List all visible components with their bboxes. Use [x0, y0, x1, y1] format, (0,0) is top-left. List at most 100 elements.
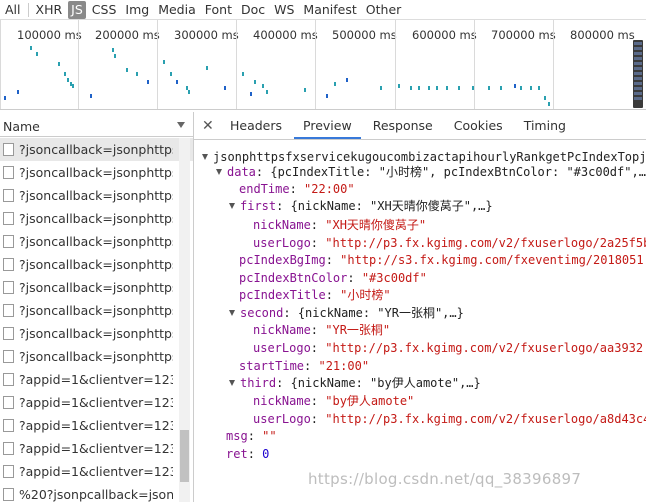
filter-manifest[interactable]: Manifest: [300, 1, 359, 19]
request-row[interactable]: ?jsoncallback=jsonphttpsf...: [0, 138, 193, 161]
expand-triangle-icon[interactable]: [216, 168, 222, 175]
request-row[interactable]: ?appid=1&clientver=1234...: [0, 368, 193, 391]
timeline-tick-label: 200000 ms: [95, 28, 160, 42]
request-marker: [72, 84, 74, 88]
request-marker: [446, 86, 448, 90]
request-marker: [188, 90, 190, 94]
request-row[interactable]: %20?jsonpcallback=jsonp...: [0, 483, 193, 502]
file-icon: [3, 419, 14, 432]
tab-timing[interactable]: Timing: [515, 118, 575, 139]
file-icon: [3, 166, 14, 179]
tab-headers[interactable]: Headers: [221, 118, 291, 139]
timeline-tick: [474, 20, 475, 109]
request-row[interactable]: ?jsoncallback=jsonphttpsf...: [0, 230, 193, 253]
request-list-scrollbar[interactable]: [179, 138, 190, 502]
request-marker: [544, 96, 546, 100]
request-marker: [36, 52, 38, 56]
request-marker: [114, 54, 116, 58]
filter-js[interactable]: JS: [68, 0, 86, 19]
name-column-title: Name: [3, 119, 40, 134]
request-row[interactable]: ?appid=1&clientver=1234...: [0, 460, 193, 483]
request-marker: [380, 86, 382, 90]
request-marker: [206, 66, 208, 70]
request-row[interactable]: ?jsoncallback=jsonphttpsf...: [0, 345, 193, 368]
network-overview-timeline[interactable]: 100000 ms 200000 ms 300000 ms 400000 ms …: [0, 20, 646, 110]
request-marker: [136, 72, 138, 76]
request-marker: [436, 86, 438, 90]
request-row[interactable]: ?jsoncallback=jsonphttpsf...: [0, 322, 193, 345]
timeline-tick-label: 800000 ms: [570, 28, 635, 42]
request-marker: [147, 80, 149, 84]
expand-triangle-icon[interactable]: [229, 379, 235, 386]
name-column-header[interactable]: Name: [0, 117, 193, 137]
overview-scroll-indicator[interactable]: [633, 40, 643, 108]
expand-triangle-icon[interactable]: [202, 153, 208, 160]
close-icon[interactable]: ✕: [202, 119, 214, 133]
request-row[interactable]: ?appid=1&clientver=1234...: [0, 414, 193, 437]
request-marker: [176, 80, 178, 84]
json-field-userLogo: userLogo: "http://p3.fx.kgimg.com/v2/fxu…: [253, 412, 646, 426]
request-row[interactable]: ?jsoncallback=jsonphttpsf...: [0, 253, 193, 276]
filter-separator: [27, 2, 29, 17]
file-icon: [3, 304, 14, 317]
json-field-ret: ret: 0: [226, 447, 270, 461]
filter-other[interactable]: Other: [363, 1, 405, 19]
request-row[interactable]: ?jsoncallback=jsonphttpsf...: [0, 184, 193, 207]
request-marker: [126, 68, 128, 72]
timeline-tick: [236, 20, 237, 109]
json-preview: jsonphttpsfxservicekugoucombizactapihour…: [194, 143, 646, 502]
filter-font[interactable]: Font: [202, 1, 235, 19]
expand-triangle-icon[interactable]: [229, 202, 235, 209]
filter-all[interactable]: All: [2, 1, 24, 19]
timeline-tick-label: 300000 ms: [174, 28, 239, 42]
request-marker: [488, 86, 490, 90]
sort-descending-icon[interactable]: [177, 122, 185, 128]
request-marker: [530, 86, 532, 90]
file-icon: [3, 396, 14, 409]
file-icon: [3, 373, 14, 386]
request-marker: [250, 92, 252, 96]
file-icon: [3, 212, 14, 225]
request-marker: [458, 86, 460, 90]
file-icon: [3, 442, 14, 455]
timeline-tick-label: 700000 ms: [491, 28, 556, 42]
request-marker: [410, 86, 412, 90]
tab-cookies[interactable]: Cookies: [445, 118, 512, 139]
request-marker: [266, 90, 268, 94]
request-marker: [64, 72, 66, 76]
request-marker: [538, 86, 540, 90]
file-icon: [3, 465, 14, 478]
filter-media[interactable]: Media: [155, 1, 199, 19]
filter-img[interactable]: Img: [122, 1, 152, 19]
tab-preview[interactable]: Preview: [294, 118, 361, 139]
scrollbar-thumb[interactable]: [180, 430, 189, 482]
request-marker: [304, 88, 306, 92]
request-row[interactable]: ?appid=1&clientver=1234...: [0, 437, 193, 460]
timeline-tick-label: 400000 ms: [253, 28, 318, 42]
timeline-tick-label: 600000 ms: [412, 28, 477, 42]
request-marker: [90, 94, 92, 98]
request-marker: [58, 62, 60, 66]
filter-ws[interactable]: WS: [271, 1, 297, 19]
request-row[interactable]: ?appid=1&clientver=1234...: [0, 391, 193, 414]
request-row[interactable]: ?jsoncallback=jsonphttpsf...: [0, 276, 193, 299]
request-marker: [334, 82, 336, 86]
request-marker: [346, 78, 348, 82]
request-marker: [242, 72, 244, 76]
expand-triangle-icon[interactable]: [229, 309, 235, 316]
request-row[interactable]: ?jsoncallback=jsonphttpsf...: [0, 299, 193, 322]
request-marker: [418, 86, 420, 90]
request-row[interactable]: ?jsoncallback=jsonphttpsf...: [0, 207, 193, 230]
timeline-tick: [157, 20, 158, 109]
file-icon: [3, 350, 14, 363]
timeline-tick-label: 500000 ms: [332, 28, 397, 42]
filter-doc[interactable]: Doc: [238, 1, 268, 19]
filter-xhr[interactable]: XHR: [33, 1, 66, 19]
tab-response[interactable]: Response: [364, 118, 442, 139]
file-icon: [3, 488, 14, 501]
file-icon: [3, 189, 14, 202]
filter-css[interactable]: CSS: [89, 1, 120, 19]
request-marker: [428, 86, 430, 90]
request-row[interactable]: ?jsoncallback=jsonphttpsf...: [0, 161, 193, 184]
request-list[interactable]: ?jsoncallback=jsonphttpsf... ?jsoncallba…: [0, 138, 193, 502]
